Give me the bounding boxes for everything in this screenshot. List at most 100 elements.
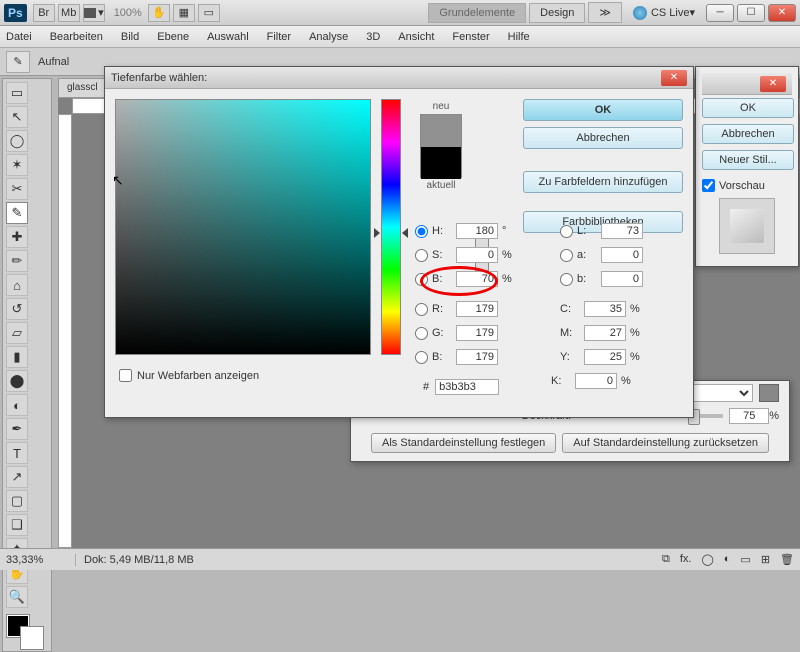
preview-label: Vorschau <box>719 180 765 192</box>
s-input[interactable] <box>456 247 498 263</box>
menu-edit[interactable]: Bearbeiten <box>50 31 103 43</box>
workspace-essentials[interactable]: Grundelemente <box>428 3 526 23</box>
history-brush-icon[interactable]: ↺ <box>6 298 28 320</box>
menu-file[interactable]: Datei <box>6 31 32 43</box>
hue-slider[interactable] <box>381 99 401 355</box>
screen-mode-icon[interactable]: ▾ <box>83 4 105 22</box>
maximize-button[interactable]: ☐ <box>737 4 765 22</box>
picker-ok-button[interactable]: OK <box>523 99 683 121</box>
move-arrow-icon[interactable]: ↖ <box>6 106 28 128</box>
eraser-tool-icon[interactable]: ▱ <box>6 322 28 344</box>
adjust-icon[interactable]: ◐ <box>724 553 731 566</box>
color-swatch[interactable] <box>5 613 49 649</box>
b-hsb-radio[interactable] <box>415 273 428 286</box>
status-doc[interactable]: Dok: 5,49 MB/11,8 MB <box>84 554 194 566</box>
menu-window[interactable]: Fenster <box>452 31 489 43</box>
3d-tool-icon[interactable]: ❑ <box>6 514 28 536</box>
y-input[interactable] <box>584 349 626 365</box>
webonly-checkbox[interactable] <box>119 369 132 382</box>
mask-icon[interactable]: ◯ <box>701 553 713 566</box>
b-lab-input[interactable] <box>601 271 643 287</box>
trash-icon[interactable]: 🗑 <box>780 553 794 566</box>
zoom-level[interactable]: 100% <box>114 7 142 19</box>
preview-checkbox[interactable] <box>702 179 715 192</box>
menu-analysis[interactable]: Analyse <box>309 31 348 43</box>
hex-input[interactable] <box>435 379 499 395</box>
menu-filter[interactable]: Filter <box>267 31 291 43</box>
a-radio[interactable] <box>560 249 573 262</box>
l-radio[interactable] <box>560 225 573 238</box>
eyedropper-icon[interactable]: ✎ <box>6 51 30 73</box>
dodge-tool-icon[interactable]: ◐ <box>6 394 28 416</box>
crop-tool-icon[interactable]: ✂ <box>6 178 28 200</box>
cancel-button[interactable]: Abbrechen <box>702 124 794 144</box>
reset-default-button[interactable]: Auf Standardeinstellung zurücksetzen <box>562 433 769 453</box>
folder-icon[interactable]: ▭ <box>740 553 750 566</box>
menu-view[interactable]: Ansicht <box>398 31 434 43</box>
l-input[interactable] <box>601 223 643 239</box>
opacity-input[interactable] <box>729 408 769 424</box>
b-lab-radio[interactable] <box>560 273 573 286</box>
arrange-icon[interactable]: ▦ <box>173 4 195 22</box>
workspace-more-icon[interactable]: ≫ <box>588 2 622 23</box>
b-rgb-radio[interactable] <box>415 351 428 364</box>
new-icon[interactable]: ⊞ <box>761 553 770 566</box>
h-input[interactable] <box>456 223 498 239</box>
menu-layer[interactable]: Ebene <box>157 31 189 43</box>
menu-select[interactable]: Auswahl <box>207 31 249 43</box>
path-tool-icon[interactable]: ↗ <box>6 466 28 488</box>
type-tool-icon[interactable]: T <box>6 442 28 464</box>
status-zoom[interactable]: 33,33% <box>6 554 76 566</box>
close-icon[interactable]: ✕ <box>661 70 687 86</box>
move-tool-icon[interactable]: ▭ <box>6 82 28 104</box>
bridge-icon[interactable]: Br <box>33 4 55 22</box>
hand-icon[interactable]: ✋ <box>148 4 170 22</box>
blend-color-swatch[interactable] <box>759 384 779 402</box>
r-radio[interactable] <box>415 303 428 316</box>
gradient-tool-icon[interactable]: ▮ <box>6 346 28 368</box>
document-tab[interactable]: glasscl <box>58 78 107 98</box>
g-radio[interactable] <box>415 327 428 340</box>
m-input[interactable] <box>584 325 626 341</box>
h-radio[interactable] <box>415 225 428 238</box>
new-current-swatch[interactable] <box>420 114 462 178</box>
zoom-tool-icon[interactable]: 🔍 <box>6 586 28 608</box>
lasso-tool-icon[interactable]: ◯ <box>6 130 28 152</box>
menu-help[interactable]: Hilfe <box>508 31 530 43</box>
shape-tool-icon[interactable]: ▢ <box>6 490 28 512</box>
extras-icon[interactable]: ▭ <box>198 4 220 22</box>
cs-live-button[interactable]: CS Live ▾ <box>633 6 695 20</box>
a-input[interactable] <box>601 247 643 263</box>
eyedropper-tool-icon[interactable]: ✎ <box>6 202 28 224</box>
new-label: neu <box>411 101 471 112</box>
b-hsb-input[interactable] <box>456 271 498 287</box>
menu-3d[interactable]: 3D <box>366 31 380 43</box>
minimize-button[interactable]: ─ <box>706 4 734 22</box>
menu-image[interactable]: Bild <box>121 31 139 43</box>
workspace-design[interactable]: Design <box>529 3 585 23</box>
b-rgb-input[interactable] <box>456 349 498 365</box>
ok-button[interactable]: OK <box>702 98 794 118</box>
add-swatch-button[interactable]: Zu Farbfeldern hinzufügen <box>523 171 683 193</box>
new-style-button[interactable]: Neuer Stil... <box>702 150 794 170</box>
s-radio[interactable] <box>415 249 428 262</box>
r-input[interactable] <box>456 301 498 317</box>
picker-cancel-button[interactable]: Abbrechen <box>523 127 683 149</box>
fx-icon[interactable]: fx. <box>680 553 692 566</box>
link-icon[interactable]: ⧉ <box>662 553 670 566</box>
g-input[interactable] <box>456 325 498 341</box>
k-input[interactable] <box>575 373 617 389</box>
brush-tool-icon[interactable]: ✏ <box>6 250 28 272</box>
close-button[interactable]: ✕ <box>768 4 796 22</box>
close-icon[interactable]: ✕ <box>760 76 786 92</box>
color-field[interactable] <box>115 99 371 355</box>
wand-tool-icon[interactable]: ✶ <box>6 154 28 176</box>
heal-tool-icon[interactable]: ✚ <box>6 226 28 248</box>
minibridge-icon[interactable]: Mb <box>58 4 80 22</box>
stamp-tool-icon[interactable]: ⌂ <box>6 274 28 296</box>
blur-tool-icon[interactable]: ⬤ <box>6 370 28 392</box>
make-default-button[interactable]: Als Standardeinstellung festlegen <box>371 433 556 453</box>
pen-tool-icon[interactable]: ✒ <box>6 418 28 440</box>
c-input[interactable] <box>584 301 626 317</box>
options-label: Aufnal <box>38 56 69 68</box>
